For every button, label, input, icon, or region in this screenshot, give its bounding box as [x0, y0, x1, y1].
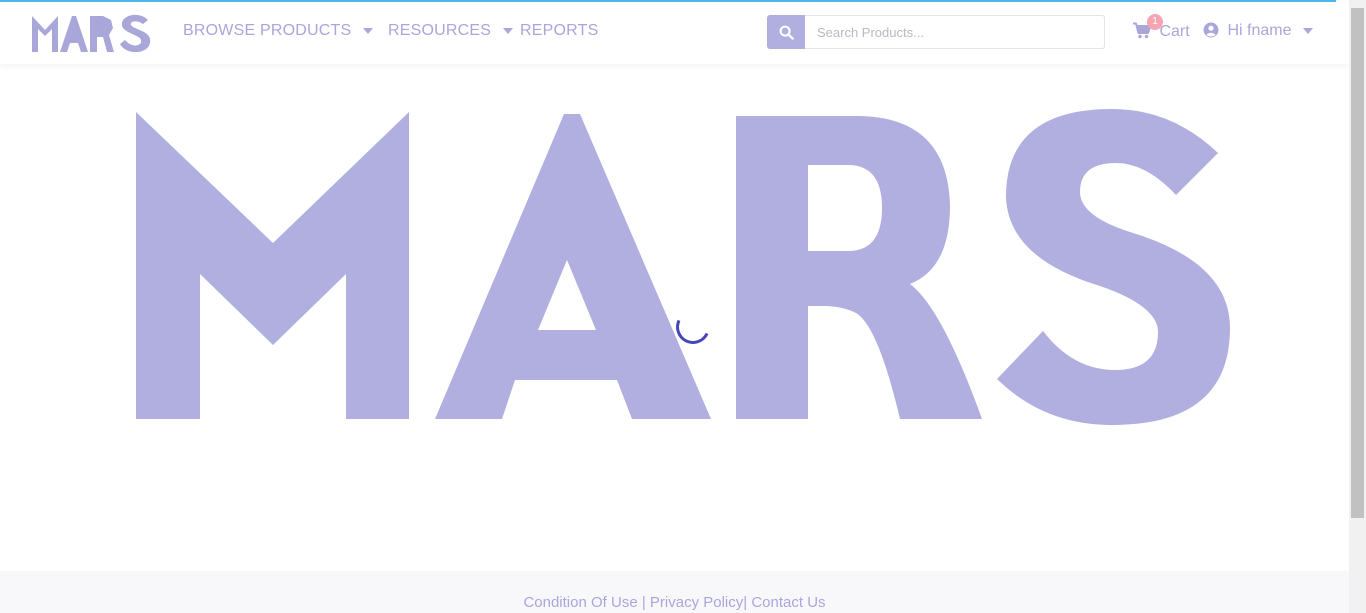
nav-reports-label: REPORTS — [520, 22, 599, 39]
scrollbar-thumb[interactable] — [1351, 8, 1364, 518]
footer-privacy-policy-link[interactable]: Privacy Policy — [650, 594, 743, 611]
user-menu[interactable]: Hi fname — [1203, 22, 1314, 43]
chevron-down-icon — [363, 27, 374, 34]
nav-browse-products[interactable]: BROWSE PRODUCTS — [183, 22, 374, 40]
cart-link[interactable]: 1 Cart — [1133, 14, 1190, 44]
nav-resources[interactable]: RESOURCES — [388, 22, 514, 40]
footer-contact-us-link[interactable]: Contact Us — [751, 594, 825, 611]
chevron-down-icon — [1303, 27, 1314, 34]
mars-hero-logo — [136, 109, 1230, 425]
nav-resources-label: RESOURCES — [388, 22, 492, 39]
user-circle-icon — [1203, 22, 1219, 43]
top-navbar: BROWSE PRODUCTS RESOURCES REPORTS 1 Cart — [0, 2, 1349, 64]
user-greeting: Hi fname — [1227, 22, 1292, 39]
search-button[interactable] — [767, 15, 805, 49]
search-icon — [779, 25, 794, 40]
footer-condition-of-use-link[interactable]: Condition Of Use — [523, 594, 637, 611]
search-input[interactable] — [805, 15, 1105, 49]
mars-logo — [32, 14, 151, 52]
footer: Condition Of Use | Privacy Policy| Conta… — [0, 571, 1349, 613]
nav-reports[interactable]: REPORTS — [520, 22, 598, 40]
cart-count-badge: 1 — [1147, 14, 1163, 30]
footer-links: Condition Of Use | Privacy Policy| Conta… — [0, 594, 1349, 611]
mars-logo-link[interactable] — [32, 14, 156, 52]
vertical-scrollbar[interactable] — [1349, 0, 1366, 613]
footer-separator: | — [637, 594, 650, 611]
nav-browse-products-label: BROWSE PRODUCTS — [183, 22, 352, 39]
chevron-down-icon — [503, 27, 514, 34]
cart-label: Cart — [1159, 23, 1190, 40]
